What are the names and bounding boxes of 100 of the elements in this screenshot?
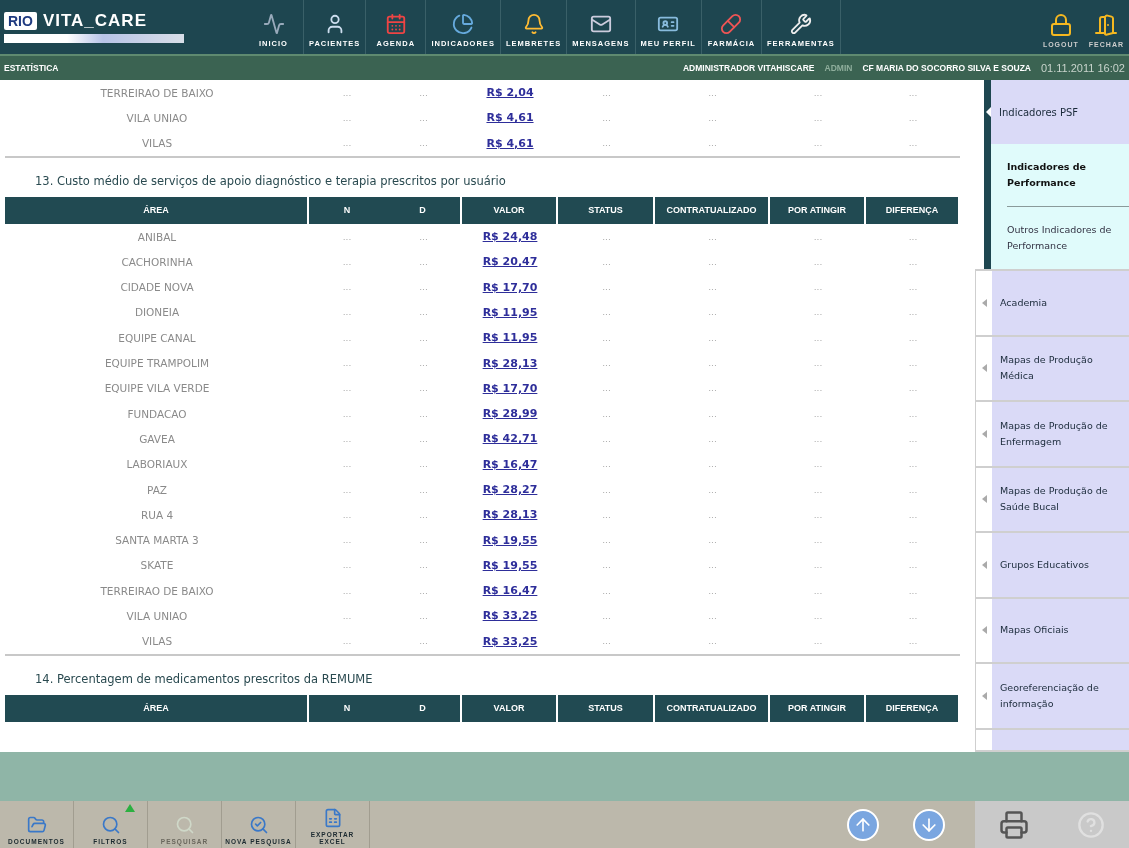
- table-cell: ...: [708, 332, 717, 343]
- value-link[interactable]: R$ 33,25: [482, 609, 538, 623]
- table-cell: ...: [813, 585, 823, 596]
- sidebar-item[interactable]: Georeferenciação de informação: [992, 664, 1129, 728]
- logo: VITA_CARE: [42, 11, 147, 31]
- table-cell: ...: [602, 408, 611, 419]
- date-time: 01.11.2011 16:02: [1041, 62, 1125, 74]
- area-cell: RUA 4: [140, 508, 174, 521]
- table-cell: ...: [813, 560, 823, 571]
- user-role: ADMIN: [824, 63, 853, 73]
- value-link[interactable]: R$ 24,48: [482, 230, 538, 244]
- submenu-item[interactable]: Indicadores de Performance: [991, 144, 1129, 206]
- sidebar-item[interactable]: Mapas de Produção de Saúde Bucal: [992, 467, 1129, 531]
- column-header: D: [385, 694, 462, 722]
- area-cell: GAVEA: [139, 432, 175, 445]
- section-heading: 14. Percentagem de medicamentos prescritos da REMUME: [34, 670, 374, 688]
- section-heading: 13. Custo médio de serviços de apoio diagnóstico e terapia prescritos por usuário: [34, 172, 507, 190]
- table-cell: ...: [708, 231, 717, 242]
- submenu-item[interactable]: Outros Indicadores de Performance: [991, 207, 1129, 269]
- value-link[interactable]: R$ 2,04: [486, 86, 534, 100]
- table-cell: ...: [708, 509, 717, 520]
- heartbeat-icon: [262, 13, 285, 35]
- table-cell: ...: [708, 282, 717, 293]
- value-link[interactable]: R$ 28,13: [482, 356, 538, 370]
- table-cell: ...: [813, 282, 823, 293]
- table-cell: ...: [419, 509, 428, 520]
- value-link[interactable]: R$ 11,95: [482, 331, 538, 345]
- table-cell: ...: [602, 509, 611, 520]
- table-cell: ...: [908, 560, 918, 571]
- print-icon[interactable]: [999, 809, 1029, 840]
- column-header: STATUS: [558, 196, 655, 224]
- value-link[interactable]: R$ 19,55: [482, 558, 538, 572]
- value-link[interactable]: R$ 33,25: [482, 634, 538, 648]
- table-cell: ...: [708, 560, 717, 571]
- search-icon: [248, 814, 269, 835]
- table-cell: ...: [908, 282, 918, 293]
- value-link[interactable]: R$ 11,95: [482, 305, 538, 319]
- up-arrow-icon: [125, 804, 135, 812]
- table-cell: ...: [813, 535, 823, 546]
- lock-icon: [1048, 13, 1073, 37]
- value-link[interactable]: R$ 17,70: [482, 280, 538, 294]
- table-cell: ...: [908, 231, 918, 242]
- sidebar-item[interactable]: Mapas Oficiais: [992, 598, 1129, 662]
- table-cell: ...: [813, 459, 823, 470]
- column-header: DIFERENÇA: [866, 694, 960, 722]
- value-link[interactable]: R$ 4,61: [486, 136, 534, 150]
- table-cell: ...: [908, 636, 918, 647]
- table-cell: ...: [708, 138, 717, 149]
- area-cell: SANTA MARTA 3: [115, 534, 199, 547]
- table-cell: ...: [708, 408, 717, 419]
- table-cell: ...: [908, 611, 918, 621]
- table-cell: ...: [342, 509, 352, 520]
- table-cell: ...: [342, 585, 352, 596]
- column-header: CONTRATUALIZADO: [655, 694, 770, 722]
- table-cell: ...: [419, 408, 428, 419]
- area-cell: PAZ: [146, 483, 167, 496]
- area-cell: EQUIPE CANAL: [118, 331, 196, 344]
- value-link[interactable]: R$ 17,70: [482, 381, 538, 395]
- table-cell: ...: [419, 459, 428, 470]
- value-link[interactable]: R$ 42,71: [482, 432, 538, 446]
- value-link[interactable]: R$ 20,47: [482, 255, 538, 269]
- value-link[interactable]: R$ 28,27: [482, 483, 538, 496]
- table-cell: ...: [342, 332, 352, 343]
- table-cell: ...: [602, 636, 611, 647]
- table-cell: ...: [419, 282, 428, 293]
- table-cell: ...: [342, 408, 352, 419]
- column-header: N: [309, 694, 385, 722]
- table-cell: ...: [342, 231, 352, 242]
- value-link[interactable]: R$ 16,47: [482, 457, 538, 471]
- sidebar-item[interactable]: Academia: [992, 271, 1129, 335]
- value-link[interactable]: R$ 4,61: [486, 111, 534, 125]
- table-cell: ...: [602, 484, 611, 495]
- table-cell: ...: [342, 87, 352, 98]
- table-cell: ...: [342, 256, 352, 267]
- table-cell: ...: [813, 307, 823, 318]
- sidebar-item[interactable]: Grupos Educativos: [992, 533, 1129, 597]
- bell-icon: [522, 13, 545, 35]
- table-cell: ...: [908, 358, 918, 368]
- value-link[interactable]: R$ 28,99: [482, 407, 538, 421]
- table-cell: ...: [813, 509, 823, 520]
- table-cell: ...: [602, 332, 611, 343]
- pill-icon: [720, 13, 743, 35]
- sidebar-item[interactable]: Mapas de Produção de Enfermagem: [992, 402, 1129, 466]
- table-cell: ...: [342, 459, 352, 470]
- sidebar-item[interactable]: Mapas de Produção Médica: [992, 336, 1129, 400]
- sidebar-item[interactable]: Indicadores PSF: [991, 80, 1129, 144]
- table-cell: ...: [708, 585, 717, 596]
- table-cell: ...: [813, 636, 823, 647]
- area-cell: EQUIPE VILA VERDE: [104, 382, 210, 395]
- scroll-down-button[interactable]: [913, 808, 945, 841]
- table-cell: ...: [419, 433, 428, 444]
- area-cell: TERREIRAO DE BAIXO: [100, 584, 214, 597]
- value-link[interactable]: R$ 16,47: [482, 584, 538, 598]
- value-link[interactable]: R$ 19,55: [482, 533, 538, 547]
- table-cell: ...: [342, 358, 352, 368]
- table-cell: ...: [813, 408, 823, 419]
- table-cell: ...: [708, 433, 717, 444]
- table-cell: ...: [419, 231, 428, 242]
- value-link[interactable]: R$ 28,13: [482, 508, 538, 522]
- scroll-up-button[interactable]: [847, 808, 879, 841]
